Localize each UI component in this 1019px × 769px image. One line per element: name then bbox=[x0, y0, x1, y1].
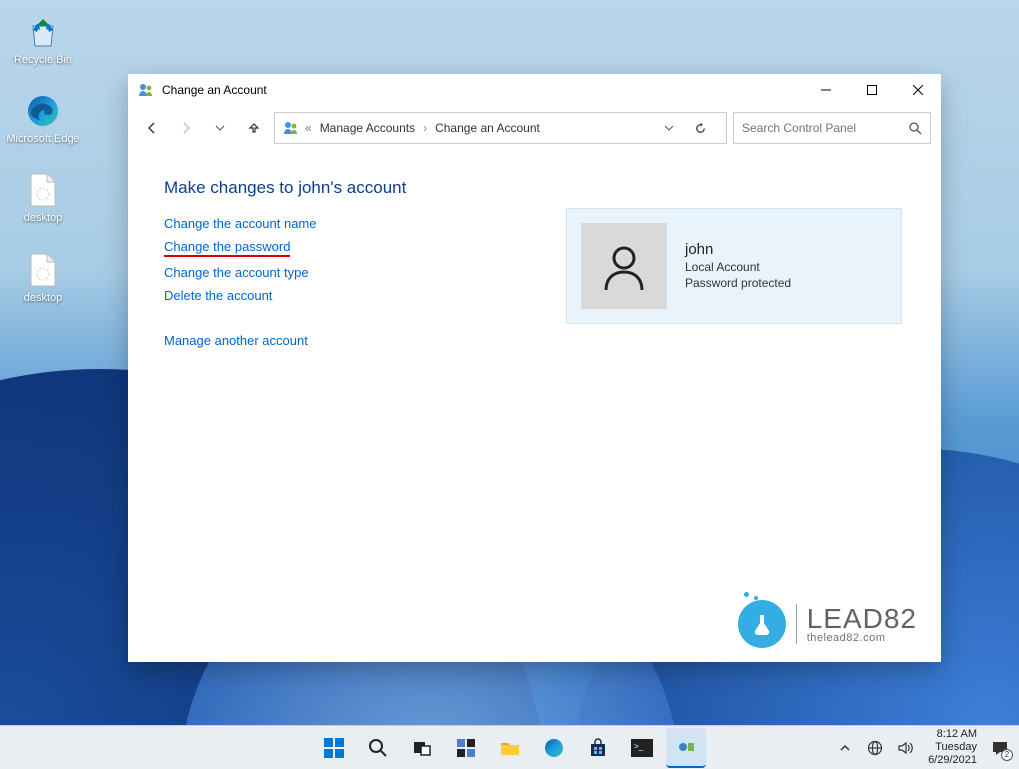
watermark-url: thelead82.com bbox=[807, 633, 917, 644]
watermark-logo-icon bbox=[738, 600, 786, 648]
user-accounts-icon bbox=[138, 82, 154, 98]
window-title: Change an Account bbox=[162, 83, 267, 97]
taskbar-clock[interactable]: 8:12 AM Tuesday 6/29/2021 bbox=[928, 728, 977, 768]
desktop-icons: Recycle Bin Microsoft Edge desktop deskt… bbox=[6, 12, 80, 305]
search-input[interactable] bbox=[742, 121, 903, 135]
desktop-icon-recycle-bin[interactable]: Recycle Bin bbox=[6, 12, 80, 67]
forward-button[interactable] bbox=[172, 114, 200, 142]
link-change-account-name[interactable]: Change the account name bbox=[164, 216, 317, 231]
edge-taskbar-button[interactable] bbox=[534, 728, 574, 768]
show-hidden-icons-button[interactable] bbox=[834, 737, 856, 759]
search-icon[interactable] bbox=[909, 122, 922, 135]
up-button[interactable] bbox=[240, 114, 268, 142]
widgets-button[interactable] bbox=[446, 728, 486, 768]
control-panel-taskbar-button[interactable] bbox=[666, 728, 706, 768]
address-bar[interactable]: « Manage Accounts › Change an Account bbox=[274, 112, 727, 144]
volume-icon[interactable] bbox=[894, 737, 916, 759]
breadcrumb-prefix: « bbox=[305, 121, 312, 135]
link-manage-another-account[interactable]: Manage another account bbox=[164, 333, 308, 348]
edge-icon bbox=[23, 91, 63, 131]
desktop-icon-label: Microsoft Edge bbox=[6, 133, 79, 146]
chevron-right-icon: › bbox=[423, 121, 427, 135]
notification-badge: 2 bbox=[1001, 749, 1013, 761]
search-bar[interactable] bbox=[733, 112, 931, 144]
desktop-icon-file-2[interactable]: desktop bbox=[6, 250, 80, 305]
titlebar[interactable]: Change an Account bbox=[128, 74, 941, 106]
link-delete-account[interactable]: Delete the account bbox=[164, 288, 272, 303]
desktop-icon-label: desktop bbox=[24, 212, 63, 225]
store-button[interactable] bbox=[578, 728, 618, 768]
recycle-bin-icon bbox=[23, 12, 63, 52]
account-card[interactable]: john Local Account Password protected bbox=[566, 208, 902, 324]
watermark-brand: LEAD82 thelead82.com bbox=[807, 605, 917, 644]
address-dropdown-button[interactable] bbox=[664, 123, 688, 133]
control-panel-window: Change an Account « Manage Accounts › Ch… bbox=[128, 74, 941, 662]
desktop-icon-file-1[interactable]: desktop bbox=[6, 170, 80, 225]
start-button[interactable] bbox=[314, 728, 354, 768]
refresh-button[interactable] bbox=[694, 122, 718, 135]
desktop-icon-label: desktop bbox=[24, 292, 63, 305]
account-type: Local Account bbox=[685, 260, 791, 276]
user-accounts-icon bbox=[283, 120, 299, 136]
watermark: LEAD82 thelead82.com bbox=[738, 600, 917, 648]
account-status: Password protected bbox=[685, 276, 791, 292]
clock-day: Tuesday bbox=[928, 741, 977, 754]
link-change-account-type[interactable]: Change the account type bbox=[164, 265, 309, 280]
user-avatar-icon bbox=[581, 223, 667, 309]
breadcrumb-change-account[interactable]: Change an Account bbox=[433, 119, 542, 137]
task-view-button[interactable] bbox=[402, 728, 442, 768]
file-icon bbox=[23, 170, 63, 210]
taskbar-right: 8:12 AM Tuesday 6/29/2021 2 bbox=[834, 728, 1011, 768]
clock-time: 8:12 AM bbox=[928, 728, 977, 741]
back-button[interactable] bbox=[138, 114, 166, 142]
navigation-row: « Manage Accounts › Change an Account bbox=[128, 106, 941, 150]
link-change-password[interactable]: Change the password bbox=[164, 239, 290, 257]
maximize-button[interactable] bbox=[849, 74, 895, 106]
recent-locations-button[interactable] bbox=[206, 114, 234, 142]
watermark-brand-name: LEAD82 bbox=[807, 603, 917, 634]
desktop-icon-edge[interactable]: Microsoft Edge bbox=[6, 91, 80, 146]
clock-date: 6/29/2021 bbox=[928, 754, 977, 767]
network-icon[interactable] bbox=[864, 737, 886, 759]
breadcrumb-manage-accounts[interactable]: Manage Accounts bbox=[318, 119, 417, 137]
svg-text:>_: >_ bbox=[634, 742, 644, 751]
desktop-icon-label: Recycle Bin bbox=[14, 54, 72, 67]
taskbar-search-button[interactable] bbox=[358, 728, 398, 768]
account-username: john bbox=[685, 241, 791, 258]
page-heading: Make changes to john's account bbox=[164, 178, 905, 198]
terminal-button[interactable]: >_ bbox=[622, 728, 662, 768]
taskbar: >_ 8:12 AM Tuesday 6/29/2021 2 bbox=[0, 725, 1019, 769]
file-icon bbox=[23, 250, 63, 290]
minimize-button[interactable] bbox=[803, 74, 849, 106]
account-card-text: john Local Account Password protected bbox=[685, 241, 791, 291]
close-button[interactable] bbox=[895, 74, 941, 106]
content-area: Make changes to john's account Change th… bbox=[128, 150, 941, 662]
taskbar-center: >_ bbox=[314, 728, 706, 768]
file-explorer-button[interactable] bbox=[490, 728, 530, 768]
notifications-button[interactable]: 2 bbox=[989, 737, 1011, 759]
